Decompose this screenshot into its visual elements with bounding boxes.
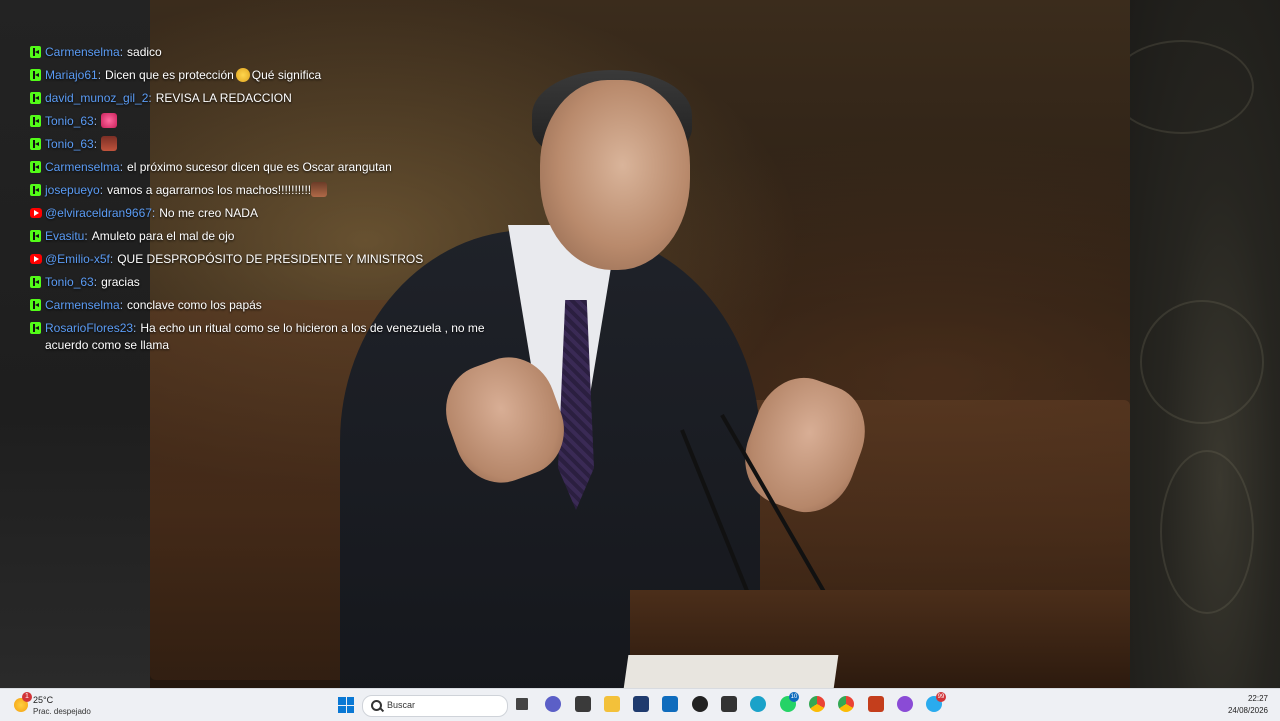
temperature: 25°C <box>33 695 54 705</box>
chat-message: Tonio_63 <box>30 113 490 130</box>
chat-message: Tonio_63 <box>30 136 490 153</box>
kick-icon <box>30 138 41 150</box>
clock-date: 24/08/2026 <box>1227 706 1268 715</box>
chat-username: david_munoz_gil_2 <box>45 91 156 105</box>
search-placeholder: Buscar <box>387 700 416 710</box>
chat-username: Tonio_63 <box>45 137 101 151</box>
chat-message: Mariajo61Dicen que es protección Qué sign… <box>30 67 490 84</box>
task-view-icon[interactable] <box>516 698 528 710</box>
weather-condition: Prac. despejado <box>33 707 91 716</box>
chat-text: REVISA LA REDACCION <box>155 91 292 105</box>
clock-time: 22:27 <box>1247 694 1268 703</box>
outlook-icon[interactable] <box>662 696 678 712</box>
chat-text: Amuleto para el mal de ojo <box>91 229 235 243</box>
chat-message: @Emilio-x5fQUE DESPROPÓSITO DE PRESIDENT… <box>30 251 490 268</box>
media-player-icon[interactable] <box>692 696 708 712</box>
chat-message: david_munoz_gil_2REVISA LA REDACCION <box>30 90 490 107</box>
chat-message: RosarioFlores23Ha echo un ritual como se… <box>30 320 490 354</box>
chat-username: Tonio_63 <box>45 114 101 128</box>
chat-text: sadico <box>127 45 162 59</box>
emote-face-2-icon <box>311 182 328 197</box>
chat-text: Dicen que es protección <box>105 68 234 82</box>
emote-face-icon <box>101 136 118 151</box>
chrome-profile-icon[interactable] <box>838 696 854 712</box>
windows-taskbar: 1 25°C Prac. despejado Buscar 10 99 22:2… <box>0 688 1280 721</box>
chat-message: josepueyovamos a agarrarnos los machos!!… <box>30 182 490 199</box>
start-button[interactable] <box>338 697 354 713</box>
chat-message: EvasituAmuleto para el mal de ojo <box>30 228 490 245</box>
youtube-icon <box>30 208 42 218</box>
teams-icon[interactable] <box>545 696 561 712</box>
calculator-icon[interactable] <box>633 696 649 712</box>
chat-text: el próximo sucesor dicen que es Oscar ar… <box>127 160 392 174</box>
app-icon[interactable] <box>575 696 591 712</box>
kick-icon <box>30 46 41 58</box>
system-clock[interactable]: 22:27 24/08/2026 <box>1228 693 1268 717</box>
chat-username: josepueyo <box>45 183 107 197</box>
telegram-badge: 99 <box>936 692 946 702</box>
chat-username: Mariajo61 <box>45 68 105 82</box>
chat-username: Carmenselma <box>45 298 127 312</box>
edge-icon[interactable] <box>750 696 766 712</box>
right-ornament-panel <box>1110 0 1280 688</box>
kick-icon <box>30 161 41 173</box>
speaker-head <box>540 80 690 270</box>
whatsapp-badge: 10 <box>789 692 799 702</box>
chat-username: Carmenselma <box>45 160 127 174</box>
kick-icon <box>30 276 41 288</box>
chat-message: Carmenselmasadico <box>30 44 490 61</box>
kick-icon <box>30 299 41 311</box>
chat-text: gracias <box>101 275 140 289</box>
chat-text: Qué significa <box>251 68 322 82</box>
chat-text: conclave como los papás <box>127 298 262 312</box>
youtube-icon <box>30 254 42 264</box>
chat-username: @Emilio-x5f <box>45 252 117 266</box>
powerpoint-icon[interactable] <box>868 696 884 712</box>
search-icon <box>371 700 382 711</box>
chat-username: @elviraceldran9667 <box>45 206 159 220</box>
chat-username: Carmenselma <box>45 45 127 59</box>
chat-username: Evasitu <box>45 229 92 243</box>
kick-icon <box>30 322 41 334</box>
app-circle-icon[interactable] <box>897 696 913 712</box>
chat-text: QUE DESPROPÓSITO DE PRESIDENTE Y MINISTR… <box>117 252 424 266</box>
kick-icon <box>30 115 41 127</box>
app-icon-2[interactable] <box>721 696 737 712</box>
chat-message: Carmenselmaconclave como los papás <box>30 297 490 314</box>
chat-text: No me creo NADA <box>159 206 258 220</box>
file-explorer-icon[interactable] <box>604 696 620 712</box>
chat-overlay: Carmenselmasadico Mariajo61Dicen que es … <box>30 44 490 370</box>
kick-icon <box>30 69 41 81</box>
kick-icon <box>30 230 41 242</box>
chat-message: Carmenselmael próximo sucesor dicen que … <box>30 159 490 176</box>
chat-message: @elviraceldran9667No me creo NADA <box>30 205 490 222</box>
chrome-icon[interactable] <box>809 696 825 712</box>
taskbar-search[interactable]: Buscar <box>362 695 508 717</box>
thinking-face-icon <box>235 68 250 82</box>
notification-badge: 1 <box>22 692 32 702</box>
chat-username: RosarioFlores23 <box>45 321 140 335</box>
kick-icon <box>30 92 41 104</box>
chat-message: Tonio_63gracias <box>30 274 490 291</box>
emote-heart-sparkle-icon <box>101 113 118 128</box>
chat-username: Tonio_63 <box>45 275 101 289</box>
chat-text: vamos a agarrarnos los machos!!!!!!!!!! <box>107 183 312 197</box>
weather-widget[interactable]: 1 25°C Prac. despejado <box>10 692 110 718</box>
kick-icon <box>30 184 41 196</box>
